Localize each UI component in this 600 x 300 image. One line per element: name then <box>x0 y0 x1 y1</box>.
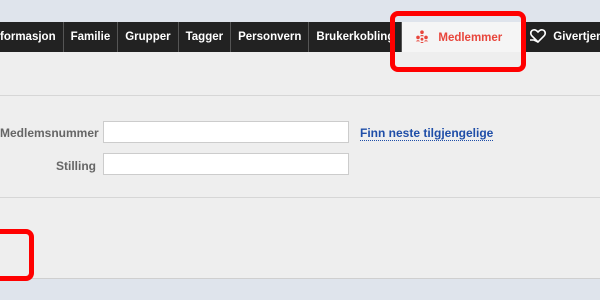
tab-label: Tagger <box>185 31 224 43</box>
tab-label: Grupper <box>125 31 171 43</box>
tab-personvern[interactable]: Personvern <box>231 22 310 52</box>
tab-label: Familie <box>70 31 111 43</box>
member-panel: Medlemsnummer Finn neste tilgjengelige S… <box>0 52 600 279</box>
position-label: Stilling <box>56 159 96 173</box>
people-pyramid-icon <box>414 29 430 47</box>
tab-brukerkobling[interactable]: Brukerkobling <box>309 22 403 52</box>
page: formasjon Familie Grupper Tagger Personv… <box>0 0 600 300</box>
tab-grupper[interactable]: Grupper <box>118 22 179 52</box>
member-number-label: Medlemsnummer <box>0 126 99 140</box>
tab-givertjeneste[interactable]: Givertjen <box>522 22 600 52</box>
tab-label: Givertjen <box>553 31 600 43</box>
tab-label: formasjon <box>0 31 56 43</box>
tab-medlemmer[interactable]: Medlemmer <box>402 22 523 52</box>
member-number-input[interactable] <box>103 121 349 143</box>
position-input[interactable] <box>103 153 349 175</box>
tab-tagger[interactable]: Tagger <box>179 22 232 52</box>
tab-informasjon[interactable]: formasjon <box>0 22 64 52</box>
tab-bar: formasjon Familie Grupper Tagger Personv… <box>0 22 600 52</box>
find-next-available-link[interactable]: Finn neste tilgjengelige <box>360 126 494 141</box>
tab-label: Personvern <box>238 31 302 43</box>
heart-hand-icon <box>529 28 547 47</box>
tab-label: Medlemmer <box>438 32 503 44</box>
tab-label: Brukerkobling <box>316 31 395 43</box>
tab-familie[interactable]: Familie <box>64 22 119 52</box>
divider <box>0 95 600 96</box>
divider <box>0 197 600 198</box>
